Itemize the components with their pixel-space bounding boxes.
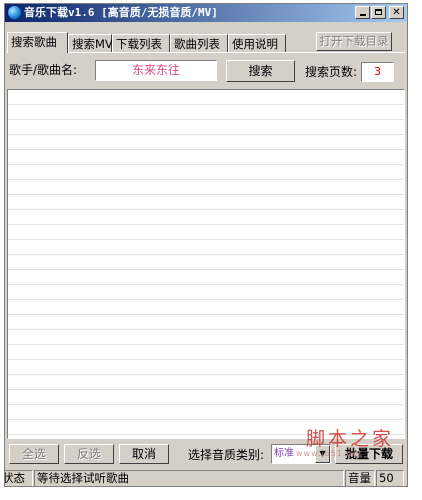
list-row[interactable] xyxy=(8,420,404,435)
tab-search-songs[interactable]: 搜索歌曲 xyxy=(7,32,68,53)
list-row[interactable] xyxy=(8,315,404,330)
list-row[interactable] xyxy=(8,150,404,165)
status-state-label: 状态 xyxy=(5,470,33,486)
status-bar: 状态 等待选择试听歌曲 音量 50 xyxy=(5,470,407,486)
search-label: 歌手/歌曲名: xyxy=(9,63,78,77)
list-row[interactable] xyxy=(8,390,404,405)
title-bar[interactable]: 音乐下载v1.6 [高音质/无损音质/MV] ✕ xyxy=(5,4,407,22)
results-list[interactable] xyxy=(7,89,405,439)
list-row[interactable] xyxy=(8,360,404,375)
tab-search-mv[interactable]: 搜索MV xyxy=(68,34,113,52)
tab-bar: 搜索歌曲 搜索MV 下载列表 歌曲列表 使用说明 xyxy=(7,32,307,53)
quality-label: 选择音质类别: xyxy=(188,448,265,462)
cancel-button[interactable]: 取消 xyxy=(119,444,169,464)
status-message: 等待选择试听歌曲 xyxy=(34,470,344,486)
list-row[interactable] xyxy=(8,180,404,195)
list-row[interactable] xyxy=(8,135,404,150)
open-download-dir-button[interactable]: 打开下载目录 xyxy=(316,32,392,51)
list-row[interactable] xyxy=(8,375,404,390)
search-input[interactable]: 东来东往 xyxy=(95,60,217,81)
list-row[interactable] xyxy=(8,90,404,105)
batch-download-button[interactable]: 批量下载 xyxy=(335,444,403,464)
list-row[interactable] xyxy=(8,105,404,120)
list-row[interactable] xyxy=(8,210,404,225)
list-row[interactable] xyxy=(8,255,404,270)
close-button[interactable]: ✕ xyxy=(389,6,404,19)
list-row[interactable] xyxy=(8,270,404,285)
list-row[interactable] xyxy=(8,345,404,360)
quality-select[interactable]: 标准 ▼ xyxy=(271,444,331,464)
search-button[interactable]: 搜索 xyxy=(226,60,295,82)
chevron-down-icon[interactable]: ▼ xyxy=(315,445,330,463)
app-icon xyxy=(8,6,21,19)
list-row[interactable] xyxy=(8,300,404,315)
pages-label: 搜索页数: xyxy=(305,65,358,79)
pages-input[interactable]: 3 xyxy=(361,62,394,82)
list-row[interactable] xyxy=(8,405,404,420)
list-row[interactable] xyxy=(8,195,404,210)
volume-value: 50 xyxy=(376,470,404,486)
minimize-button[interactable] xyxy=(355,6,370,19)
close-icon: ✕ xyxy=(392,7,401,18)
invert-selection-button[interactable]: 反选 xyxy=(64,444,114,464)
maximize-icon xyxy=(375,9,382,15)
list-row[interactable] xyxy=(8,225,404,240)
list-row[interactable] xyxy=(8,120,404,135)
list-row[interactable] xyxy=(8,285,404,300)
maximize-button[interactable] xyxy=(371,6,386,19)
minimize-icon xyxy=(359,14,366,16)
list-row[interactable] xyxy=(8,240,404,255)
window-title: 音乐下载v1.6 [高音质/无损音质/MV] xyxy=(24,6,218,19)
select-all-button[interactable]: 全选 xyxy=(9,444,59,464)
list-row[interactable] xyxy=(8,330,404,345)
quality-value: 标准 xyxy=(274,448,294,459)
tab-instructions[interactable]: 使用说明 xyxy=(228,34,286,52)
main-window: 音乐下载v1.6 [高音质/无损音质/MV] ✕ 搜索歌曲 搜索MV 下载列表 … xyxy=(4,3,408,487)
volume-label: 音量 xyxy=(345,470,375,486)
list-row[interactable] xyxy=(8,165,404,180)
tab-song-list[interactable]: 歌曲列表 xyxy=(170,34,228,52)
tab-download-list[interactable]: 下载列表 xyxy=(112,34,170,52)
